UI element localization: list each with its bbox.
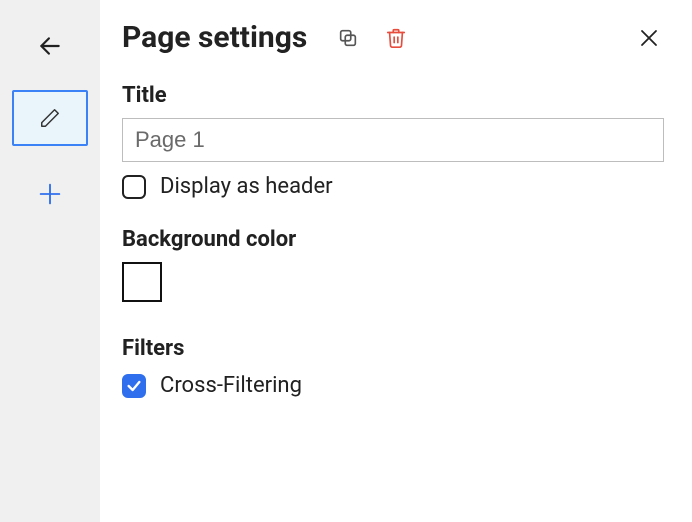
close-button[interactable] (634, 23, 664, 53)
display-as-header-row: Display as header (122, 174, 664, 199)
settings-panel: Page settings Title Display as header Ba… (100, 0, 692, 522)
background-section: Background color (122, 227, 664, 302)
trash-icon (385, 27, 407, 49)
filters-label: Filters (122, 336, 664, 361)
plus-icon (36, 180, 64, 208)
title-section: Title Display as header (122, 83, 664, 199)
background-color-picker[interactable] (122, 262, 162, 302)
title-label: Title (122, 83, 664, 108)
cross-filtering-checkbox[interactable] (122, 374, 146, 398)
add-page-button[interactable] (28, 172, 72, 216)
background-label: Background color (122, 227, 664, 252)
duplicate-button[interactable] (333, 23, 363, 53)
cross-filtering-label: Cross-Filtering (160, 373, 302, 398)
sidebar (0, 0, 100, 522)
delete-button[interactable] (381, 23, 411, 53)
panel-title: Page settings (122, 20, 307, 55)
back-button[interactable] (28, 24, 72, 68)
panel-header: Page settings (122, 20, 664, 55)
arrow-left-icon (37, 33, 63, 59)
page-thumbnail-selected[interactable] (12, 90, 88, 146)
cross-filtering-row: Cross-Filtering (122, 373, 664, 398)
filters-section: Filters Cross-Filtering (122, 336, 664, 398)
display-as-header-checkbox[interactable] (122, 175, 146, 199)
copy-icon (337, 27, 359, 49)
close-icon (637, 26, 661, 50)
display-as-header-label: Display as header (160, 174, 333, 199)
pencil-icon (39, 107, 61, 129)
title-input[interactable] (122, 118, 664, 162)
